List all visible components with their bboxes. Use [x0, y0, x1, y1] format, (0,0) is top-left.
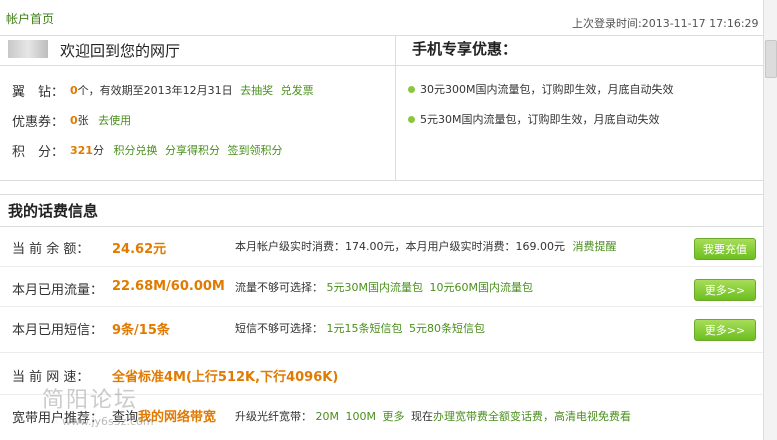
points-value: 321 — [70, 144, 93, 157]
diamond-value: 0 — [70, 84, 78, 97]
coupon-unit: 张 — [77, 114, 89, 127]
checkin-points-link[interactable]: 签到领积分 — [227, 144, 282, 157]
traffic-pack-link[interactable]: 10元60M国内流量包 — [430, 281, 534, 294]
sms-pack-link[interactable]: 1元15条短信包 — [327, 322, 403, 335]
divider — [0, 194, 763, 195]
bill-section-title: 我的话费信息 — [8, 202, 99, 220]
points-label: 积 分： — [12, 145, 65, 160]
divider — [0, 352, 763, 353]
recharge-button[interactable]: 我要充值 — [694, 238, 756, 260]
broadband-promo-prefix: 现在 — [411, 410, 433, 423]
monthly-spend-info: 本月帐户级实时消费：174.00元，本月用户级实时消费：169.00元 — [235, 240, 565, 253]
last-login-time: 上次登录时间:2013-11-17 17:16:29 — [572, 17, 759, 30]
balance-label: 当 前 余 额： — [12, 242, 90, 257]
fiber-more-link[interactable]: 更多 — [383, 410, 405, 423]
divider — [0, 266, 763, 267]
broadband-promo-link[interactable]: 办理宽带费全额变话费 — [433, 410, 543, 423]
bullet-icon — [408, 86, 415, 93]
fiber-20m-link[interactable]: 20M — [316, 410, 340, 423]
sms-value: 9条/15条 — [112, 323, 170, 338]
use-coupon-link[interactable]: 去使用 — [98, 114, 131, 127]
coupon-label: 优惠券： — [12, 115, 65, 130]
sms-more-button[interactable]: 更多>> — [694, 319, 756, 341]
upgrade-fiber-label: 升级光纤宽带： — [235, 410, 312, 423]
diamond-expiry: 个，有效期至2013年12月31日 — [77, 84, 233, 97]
promo-item[interactable]: 30元300M国内流量包，订购即生效，月底自动失效 — [420, 81, 673, 97]
promo-title: 手机专享优惠： — [412, 40, 518, 58]
share-points-link[interactable]: 分享得积分 — [165, 144, 220, 157]
diamond-label: 翼 钻： — [12, 85, 65, 100]
traffic-info: 流量不够可选择： — [235, 281, 323, 294]
sms-label: 本月已用短信： — [12, 323, 104, 338]
traffic-label: 本月已用流量： — [12, 283, 104, 298]
watermark-logo: 简阳论坛 — [42, 388, 139, 413]
coupon-value: 0 — [70, 114, 78, 127]
fiber-100m-link[interactable]: 100M — [346, 410, 377, 423]
avatar — [8, 40, 48, 58]
divider — [395, 36, 396, 180]
traffic-more-button[interactable]: 更多>> — [694, 279, 756, 301]
breadcrumb-home-link[interactable]: 帐户首页 — [6, 10, 54, 27]
divider — [0, 65, 763, 66]
broadband-promo-suffix: ，高清电视免费看 — [543, 410, 631, 423]
points-exchange-link[interactable]: 积分兑换 — [113, 144, 157, 157]
spend-alert-link[interactable]: 消费提醒 — [572, 240, 616, 253]
traffic-value: 22.68M/60.00M — [112, 279, 225, 294]
balance-value: 24.62元 — [112, 242, 167, 257]
divider — [0, 35, 763, 36]
watermark-url: www.jy6s3z.com — [62, 415, 154, 428]
divider — [0, 306, 763, 307]
sms-info: 短信不够可选择： — [235, 322, 323, 335]
speed-value: 全省标准4M(上行512K,下行4096K) — [112, 370, 339, 385]
sms-pack-link[interactable]: 5元80条短信包 — [409, 322, 485, 335]
points-unit: 分 — [92, 144, 104, 157]
divider — [0, 180, 763, 181]
lottery-link[interactable]: 去抽奖 — [240, 84, 273, 97]
divider — [0, 226, 763, 227]
promo-item[interactable]: 5元30M国内流量包，订购即生效，月底自动失效 — [420, 111, 660, 127]
traffic-pack-link[interactable]: 5元30M国内流量包 — [327, 281, 424, 294]
invoice-link[interactable]: 兑发票 — [281, 84, 314, 97]
bullet-icon — [408, 116, 415, 123]
welcome-title: 欢迎回到您的网厅 — [60, 42, 181, 60]
scrollbar-thumb[interactable] — [765, 40, 777, 78]
